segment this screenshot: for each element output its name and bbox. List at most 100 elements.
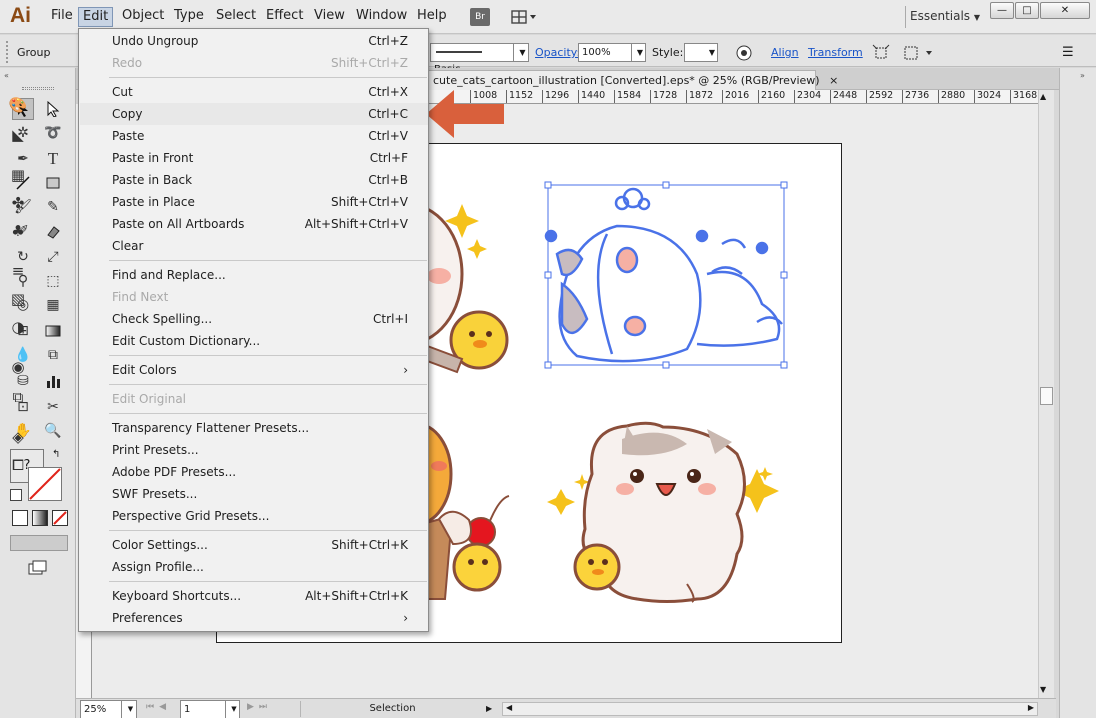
swap-fill-stroke-icon[interactable]: ↰ bbox=[52, 449, 60, 460]
menu-effect[interactable]: Effect bbox=[266, 8, 303, 23]
transform-menu-icon[interactable] bbox=[902, 44, 936, 62]
menu-item-copy[interactable]: Copy bbox=[112, 103, 142, 125]
artboard-next-controls[interactable]: ▶⏭ bbox=[247, 702, 272, 712]
brushes-panel-icon[interactable]: ✤ bbox=[7, 192, 29, 214]
color-guide-panel-icon[interactable]: ◣ bbox=[7, 124, 29, 146]
maximize-button[interactable]: □ bbox=[1015, 2, 1039, 19]
menu-item-edit-colors[interactable]: Edit Colors bbox=[112, 359, 177, 381]
menu-item-paste-in-front[interactable]: Paste in Front bbox=[112, 147, 193, 169]
status-menu-icon[interactable]: ▶ bbox=[486, 701, 498, 717]
menu-item-preferences[interactable]: Preferences bbox=[112, 607, 183, 629]
graphic-styles-panel-icon[interactable]: ⧉ bbox=[7, 386, 29, 408]
blend-tool-icon[interactable]: ⧉ bbox=[42, 344, 64, 366]
chevron-down-icon[interactable]: ▼ bbox=[513, 43, 529, 62]
scrollbar-thumb[interactable] bbox=[1040, 387, 1053, 405]
menu-object[interactable]: Object bbox=[122, 8, 164, 23]
recolor-artwork-icon[interactable] bbox=[735, 44, 753, 62]
stroke-profile-select[interactable]: Basic bbox=[430, 43, 514, 75]
arrange-documents-icon[interactable] bbox=[510, 8, 538, 26]
expand-panels-icon[interactable]: » bbox=[1080, 71, 1085, 80]
chevron-down-icon[interactable]: ▼ bbox=[121, 700, 137, 718]
pencil-tool-icon[interactable]: ✎ bbox=[42, 196, 64, 218]
stroke-panel-icon[interactable]: ≡ bbox=[7, 260, 29, 282]
draw-modes[interactable] bbox=[10, 535, 68, 551]
scroll-up-icon[interactable]: ▲ bbox=[1040, 92, 1046, 101]
menu-item-cut[interactable]: Cut bbox=[112, 81, 133, 103]
menu-view[interactable]: View bbox=[314, 8, 345, 23]
slice-tool-icon[interactable]: ✂ bbox=[42, 396, 64, 418]
menu-window[interactable]: Window bbox=[356, 8, 407, 23]
collapse-panel-icon[interactable]: « bbox=[4, 71, 9, 80]
workspace-switcher[interactable]: Essentials ▼ bbox=[910, 9, 980, 23]
scale-tool-icon[interactable]: ⤢ bbox=[42, 246, 64, 268]
isolate-group-icon[interactable] bbox=[872, 44, 890, 62]
screen-mode-icon[interactable] bbox=[28, 560, 48, 576]
none-mode-icon[interactable] bbox=[52, 510, 68, 526]
chevron-down-icon[interactable]: ▼ bbox=[225, 700, 240, 718]
menu-help[interactable]: Help bbox=[417, 8, 447, 23]
menu-item-undo-ungroup[interactable]: Undo Ungroup bbox=[112, 30, 198, 52]
menu-item-color-settings[interactable]: Color Settings... bbox=[112, 534, 208, 556]
opacity-link[interactable]: Opacity: bbox=[535, 46, 580, 59]
menu-item-find-and-replace[interactable]: Find and Replace... bbox=[112, 264, 226, 286]
minimize-button[interactable]: — bbox=[990, 2, 1014, 19]
menu-item-paste-on-all-artboards[interactable]: Paste on All Artboards bbox=[112, 213, 244, 235]
free-transform-tool-icon[interactable]: ⬚ bbox=[42, 270, 64, 292]
appearance-panel-icon[interactable]: ◉ bbox=[7, 356, 29, 378]
transform-link[interactable]: Transform bbox=[808, 46, 863, 59]
gradient-tool-icon[interactable] bbox=[42, 320, 64, 342]
menu-item-paste-in-place[interactable]: Paste in Place bbox=[112, 191, 195, 213]
menu-item-assign-profile[interactable]: Assign Profile... bbox=[112, 556, 204, 578]
menu-item-adobe-pdf-presets[interactable]: Adobe PDF Presets... bbox=[112, 461, 236, 483]
bridge-button[interactable]: Br bbox=[470, 8, 490, 26]
menu-file[interactable]: File bbox=[51, 8, 73, 23]
vertical-scrollbar[interactable]: ▲ ▼ bbox=[1038, 90, 1054, 698]
graphic-style-picker[interactable]: ▼ bbox=[684, 43, 718, 62]
menu-edit[interactable]: Edit bbox=[78, 7, 114, 27]
type-tool-icon[interactable]: T bbox=[42, 148, 64, 170]
perspective-grid-tool-icon[interactable]: ▦ bbox=[42, 294, 64, 316]
panel-menu-icon[interactable]: ☰ bbox=[1062, 45, 1074, 60]
menu-type[interactable]: Type bbox=[174, 8, 204, 23]
zoom-level-input[interactable]: 25% bbox=[80, 700, 122, 718]
close-button[interactable]: ✕ bbox=[1040, 2, 1090, 19]
gradient-mode-icon[interactable] bbox=[32, 510, 48, 526]
artboards-panel-icon[interactable]: ⧠ bbox=[7, 454, 29, 476]
menu-item-print-presets[interactable]: Print Presets... bbox=[112, 439, 199, 461]
menu-item-keyboard-shortcuts[interactable]: Keyboard Shortcuts... bbox=[112, 585, 241, 607]
scroll-left-icon[interactable]: ◀ bbox=[506, 703, 512, 712]
direct-selection-tool-icon[interactable] bbox=[42, 98, 64, 120]
default-colors-icon[interactable] bbox=[10, 489, 22, 501]
menu-item-paste[interactable]: Paste bbox=[112, 125, 144, 147]
transparency-panel-icon[interactable]: ◑ bbox=[7, 316, 29, 338]
swatches-panel-icon[interactable]: ▦ bbox=[7, 164, 29, 186]
menu-item-paste-in-back[interactable]: Paste in Back bbox=[112, 169, 192, 191]
menu-item-perspective-grid-presets[interactable]: Perspective Grid Presets... bbox=[112, 505, 269, 527]
lasso-tool-icon[interactable]: ➰ bbox=[42, 122, 64, 144]
zoom-tool-icon[interactable]: 🔍 bbox=[42, 420, 64, 442]
menu-item-check-spelling[interactable]: Check Spelling... bbox=[112, 308, 212, 330]
layers-panel-icon[interactable]: ◈ bbox=[7, 426, 29, 448]
grip-handle[interactable] bbox=[22, 87, 54, 90]
scroll-right-icon[interactable]: ▶ bbox=[1028, 703, 1034, 712]
stroke-swatch[interactable] bbox=[28, 467, 62, 501]
column-graph-tool-icon[interactable] bbox=[42, 370, 64, 392]
menu-item-edit-custom-dictionary[interactable]: Edit Custom Dictionary... bbox=[112, 330, 260, 352]
artboard-number-input[interactable]: 1 bbox=[180, 700, 226, 718]
artboard-prev-controls[interactable]: ⏮◀ bbox=[146, 702, 171, 712]
menu-item-swf-presets[interactable]: SWF Presets... bbox=[112, 483, 197, 505]
menu-item-clear[interactable]: Clear bbox=[112, 235, 143, 257]
menu-select[interactable]: Select bbox=[216, 8, 256, 23]
menu-item-transparency-flattener-presets[interactable]: Transparency Flattener Presets... bbox=[112, 417, 309, 439]
align-link[interactable]: Align bbox=[771, 46, 799, 59]
chevron-down-icon[interactable]: ▼ bbox=[631, 43, 646, 62]
close-tab-icon[interactable]: × bbox=[829, 74, 838, 87]
scroll-down-icon[interactable]: ▼ bbox=[1040, 685, 1046, 694]
color-panel-icon[interactable]: 🎨 bbox=[7, 94, 29, 116]
rectangle-tool-icon[interactable] bbox=[42, 172, 64, 194]
eraser-tool-icon[interactable] bbox=[42, 220, 64, 242]
gradient-panel-icon[interactable]: ▧ bbox=[7, 288, 29, 310]
color-mode-icon[interactable] bbox=[12, 510, 28, 526]
horizontal-scrollbar[interactable]: ◀ ▶ bbox=[502, 702, 1038, 716]
symbols-panel-icon[interactable]: ♣ bbox=[7, 220, 29, 242]
